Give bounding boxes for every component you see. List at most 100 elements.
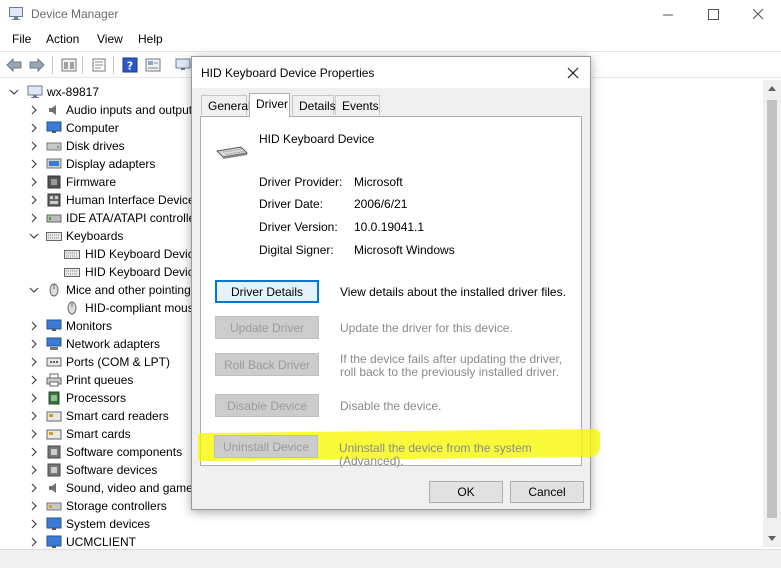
device-tree[interactable]: wx-89817 Audio inputs and outputs Comput… xyxy=(0,80,192,550)
chevron-right-icon[interactable] xyxy=(29,158,39,170)
scroll-up-arrow-icon[interactable] xyxy=(768,86,776,91)
tree-item[interactable]: Storage controllers xyxy=(0,497,192,515)
tab-details[interactable]: Details xyxy=(292,95,336,115)
tree-item-label: Display adapters xyxy=(66,157,156,171)
help-button[interactable]: ? xyxy=(121,56,139,74)
chevron-right-icon[interactable] xyxy=(29,212,39,224)
tree-item-label: Print queues xyxy=(66,373,134,387)
tree-item[interactable]: Computer xyxy=(0,119,192,137)
uninstall-device-button[interactable]: Uninstall Device xyxy=(214,435,318,458)
chevron-right-icon[interactable] xyxy=(29,536,39,548)
chevron-right-icon[interactable] xyxy=(29,518,39,530)
tree-item[interactable]: HID Keyboard Device xyxy=(0,245,192,263)
chevron-right-icon[interactable] xyxy=(29,392,39,404)
chevron-down-icon[interactable] xyxy=(29,230,39,242)
title-bar: Device Manager xyxy=(0,0,781,28)
dialog-title-bar: HID Keyboard Device Properties xyxy=(192,57,590,88)
chevron-right-icon[interactable] xyxy=(29,410,39,422)
tree-item[interactable]: UCMCLIENT xyxy=(0,533,192,550)
roll-back-driver-button[interactable]: Roll Back Driver xyxy=(215,353,319,376)
tab-general[interactable]: General xyxy=(201,95,251,115)
status-bar xyxy=(0,549,781,568)
tree-item[interactable]: Network adapters xyxy=(0,335,192,353)
toolbar-separator xyxy=(82,56,83,74)
scrollbar-thumb[interactable] xyxy=(767,100,777,518)
tree-item-label: Firmware xyxy=(66,175,116,189)
properties-button[interactable] xyxy=(90,56,108,74)
tab-events[interactable]: Events xyxy=(335,95,380,115)
chevron-right-icon[interactable] xyxy=(29,338,39,350)
update-driver-button[interactable]: Update Driver xyxy=(215,316,319,339)
update-driver-desc: Update the driver for this device. xyxy=(340,321,513,335)
minimize-button[interactable] xyxy=(645,0,691,28)
tree-item[interactable]: IDE ATA/ATAPI controllers xyxy=(0,209,192,227)
chevron-right-icon[interactable] xyxy=(29,176,39,188)
chevron-right-icon[interactable] xyxy=(29,482,39,494)
tree-item[interactable]: HID-compliant mouse xyxy=(0,299,192,317)
chevron-right-icon[interactable] xyxy=(29,446,39,458)
scroll-down-arrow-icon[interactable] xyxy=(768,536,776,541)
show-hidden-button[interactable] xyxy=(144,56,162,74)
maximize-icon xyxy=(707,8,719,20)
tree-item[interactable]: Monitors xyxy=(0,317,192,335)
tree-item[interactable]: Keyboards xyxy=(0,227,192,245)
tree-item[interactable]: Sound, video and game controllers xyxy=(0,479,192,497)
printer-icon xyxy=(46,373,62,387)
tree-item[interactable]: HID Keyboard Device xyxy=(0,263,192,281)
show-hidden-icon xyxy=(145,58,161,72)
menu-action[interactable]: Action xyxy=(46,32,79,46)
software-icon xyxy=(47,463,61,477)
driver-details-button[interactable]: Driver Details xyxy=(215,280,319,303)
chevron-right-icon[interactable] xyxy=(29,374,39,386)
dialog-close-button[interactable] xyxy=(562,62,584,84)
chevron-right-icon[interactable] xyxy=(29,104,39,116)
window-title: Device Manager xyxy=(31,7,119,21)
maximize-button[interactable] xyxy=(690,0,736,28)
chevron-right-icon[interactable] xyxy=(29,320,39,332)
tree-item[interactable]: Smart cards xyxy=(0,425,192,443)
system-icon xyxy=(46,517,62,530)
tree-item[interactable]: Software devices xyxy=(0,461,192,479)
chevron-down-icon[interactable] xyxy=(9,86,19,98)
ok-button[interactable]: OK xyxy=(429,481,503,503)
menu-view[interactable]: View xyxy=(97,32,123,46)
tree-item[interactable]: Audio inputs and outputs xyxy=(0,101,192,119)
chevron-right-icon[interactable] xyxy=(29,500,39,512)
back-button[interactable] xyxy=(5,56,23,74)
menu-file[interactable]: File xyxy=(12,32,31,46)
tree-item[interactable]: Processors xyxy=(0,389,192,407)
scan-hardware-button[interactable] xyxy=(174,56,192,74)
tree-root[interactable]: wx-89817 xyxy=(0,83,192,101)
chevron-down-icon[interactable] xyxy=(29,284,39,296)
tab-driver[interactable]: Driver xyxy=(249,93,290,117)
disable-device-button[interactable]: Disable Device xyxy=(215,394,319,417)
chevron-right-icon[interactable] xyxy=(29,428,39,440)
menu-help[interactable]: Help xyxy=(138,32,163,46)
tree-item[interactable]: Display adapters xyxy=(0,155,192,173)
driver-version-label: Driver Version: xyxy=(259,220,338,234)
tree-item[interactable]: Ports (COM & LPT) xyxy=(0,353,192,371)
toolbar-separator xyxy=(52,56,53,74)
chevron-right-icon[interactable] xyxy=(29,122,39,134)
close-window-button[interactable] xyxy=(735,0,781,28)
tree-item[interactable]: Firmware xyxy=(0,173,192,191)
digital-signer-value: Microsoft Windows xyxy=(354,243,455,257)
system-icon xyxy=(46,535,62,548)
chevron-right-icon[interactable] xyxy=(29,194,39,206)
tree-item[interactable]: Human Interface Devices xyxy=(0,191,192,209)
chevron-right-icon[interactable] xyxy=(29,356,39,368)
show-devices-button[interactable] xyxy=(60,56,78,74)
driver-details-desc: View details about the installed driver … xyxy=(340,285,566,299)
tree-item[interactable]: Mice and other pointing devices xyxy=(0,281,192,299)
tree-item[interactable]: System devices xyxy=(0,515,192,533)
chevron-right-icon[interactable] xyxy=(29,140,39,152)
chevron-right-icon[interactable] xyxy=(29,464,39,476)
tree-item[interactable]: Disk drives xyxy=(0,137,192,155)
cancel-button[interactable]: Cancel xyxy=(510,481,584,503)
forward-button[interactable] xyxy=(28,56,46,74)
disk-icon xyxy=(46,142,62,151)
tree-item[interactable]: Print queues xyxy=(0,371,192,389)
tree-item[interactable]: Software components xyxy=(0,443,192,461)
vertical-scrollbar[interactable] xyxy=(763,80,781,547)
tree-item[interactable]: Smart card readers xyxy=(0,407,192,425)
